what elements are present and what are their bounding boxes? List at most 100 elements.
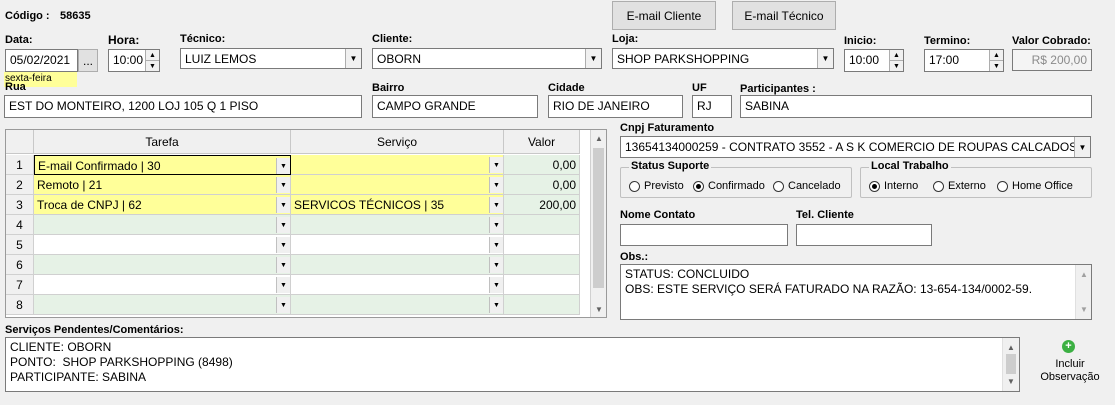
termino-spinner[interactable]: ▲ ▼ [989, 50, 1003, 71]
termino-field[interactable]: 17:00 ▲ ▼ [924, 49, 1004, 72]
table-row[interactable]: 3 Troca de CNPJ | 62 ▼ SERVICOS TÉCNICOS | … [6, 195, 591, 215]
tarefa-cell[interactable]: ▼ [34, 255, 291, 275]
email-cliente-button[interactable]: E-mail Cliente [612, 1, 716, 30]
pendentes-scrollbar[interactable]: ▲ ▼ [1002, 338, 1019, 391]
local-interno-radio[interactable]: Interno [869, 180, 918, 192]
hora-spinner[interactable]: ▲ ▼ [145, 50, 159, 71]
scroll-down-icon[interactable]: ▼ [1080, 302, 1088, 317]
tel-cliente-field[interactable] [796, 224, 932, 246]
tecnico-select[interactable]: LUIZ LEMOS ▼ [180, 48, 362, 69]
status-previsto-radio[interactable]: Previsto [629, 180, 684, 192]
chevron-down-icon[interactable]: ▼ [489, 297, 503, 313]
valor-cell[interactable] [504, 215, 580, 235]
local-home-office-radio[interactable]: Home Office [997, 180, 1073, 192]
incluir-observacao-button[interactable]: + Incluir Observação [1030, 338, 1110, 388]
valor-cell[interactable]: 0,00 [504, 175, 580, 195]
chevron-down-icon[interactable]: ▼ [489, 197, 503, 213]
uf-field[interactable]: RJ [692, 95, 732, 118]
valor-cell[interactable]: 200,00 [504, 195, 580, 215]
down-arrow-icon[interactable]: ▼ [146, 60, 159, 71]
participantes-field[interactable]: SABINA [740, 95, 1092, 118]
status-confirmado-radio[interactable]: Confirmado [693, 180, 765, 192]
tarefa-cell[interactable]: ▼ [34, 215, 291, 235]
table-row[interactable]: 1 E-mail Confirmado | 30 ▼ ▼ 0,00 [6, 155, 591, 175]
inicio-field[interactable]: 10:00 ▲ ▼ [844, 49, 904, 72]
rua-field[interactable]: EST DO MONTEIRO, 1200 LOJ 105 Q 1 PISO [4, 95, 362, 118]
scroll-thumb[interactable] [593, 148, 604, 288]
up-arrow-icon[interactable]: ▲ [146, 50, 159, 60]
chevron-down-icon[interactable]: ▼ [585, 49, 601, 68]
scroll-up-icon[interactable]: ▲ [1080, 267, 1088, 282]
table-row[interactable]: 7 ▼ ▼ [6, 275, 591, 295]
tarefa-cell[interactable]: ▼ [34, 235, 291, 255]
grid-scrollbar[interactable]: ▲ ▼ [590, 130, 606, 317]
chevron-down-icon[interactable]: ▼ [489, 217, 503, 233]
obs-textarea[interactable]: STATUS: CONCLUIDO OBS: ESTE SERVIÇO SERÁ… [620, 264, 1092, 320]
chevron-down-icon[interactable]: ▼ [276, 297, 290, 313]
valor-cell[interactable]: 0,00 [504, 155, 580, 175]
servico-cell[interactable]: ▼ [291, 275, 504, 295]
servico-cell[interactable]: ▼ [291, 155, 504, 175]
tarefa-header[interactable]: Tarefa [34, 130, 291, 154]
valor-cell[interactable] [504, 235, 580, 255]
table-row[interactable]: 2 Remoto | 21 ▼ ▼ 0,00 [6, 175, 591, 195]
up-arrow-icon[interactable]: ▲ [890, 50, 903, 60]
obs-scrollbar[interactable]: ▲ ▼ [1075, 265, 1091, 319]
chevron-down-icon[interactable]: ▼ [276, 277, 290, 293]
servico-cell[interactable]: ▼ [291, 295, 504, 315]
status-cancelado-radio[interactable]: Cancelado [773, 180, 841, 192]
servico-cell[interactable]: ▼ [291, 175, 504, 195]
valor-cell[interactable] [504, 275, 580, 295]
up-arrow-icon[interactable]: ▲ [990, 50, 1003, 60]
table-row[interactable]: 6 ▼ ▼ [6, 255, 591, 275]
hora-field[interactable]: 10:00 ▲ ▼ [108, 49, 160, 72]
email-tecnico-button[interactable]: E-mail Técnico [732, 1, 836, 30]
chevron-down-icon[interactable]: ▼ [276, 158, 290, 174]
scroll-down-icon[interactable]: ▼ [1007, 374, 1015, 389]
tarefa-cell[interactable]: Troca de CNPJ | 62 ▼ [34, 195, 291, 215]
table-row[interactable]: 8 ▼ ▼ [6, 295, 591, 315]
cliente-select[interactable]: OBORN ▼ [372, 48, 602, 69]
chevron-down-icon[interactable]: ▼ [276, 177, 290, 193]
scroll-down-icon[interactable]: ▼ [591, 301, 606, 317]
chevron-down-icon[interactable]: ▼ [276, 237, 290, 253]
chevron-down-icon[interactable]: ▼ [1074, 137, 1090, 157]
table-row[interactable]: 4 ▼ ▼ [6, 215, 591, 235]
loja-select[interactable]: SHOP PARKSHOPPING ▼ [612, 48, 834, 69]
tarefa-cell[interactable]: E-mail Confirmado | 30 ▼ [34, 155, 291, 175]
servico-cell[interactable]: ▼ [291, 215, 504, 235]
chevron-down-icon[interactable]: ▼ [276, 257, 290, 273]
chevron-down-icon[interactable]: ▼ [489, 177, 503, 193]
chevron-down-icon[interactable]: ▼ [345, 49, 361, 68]
scroll-up-icon[interactable]: ▲ [591, 130, 606, 146]
servico-header[interactable]: Serviço [291, 130, 504, 154]
valor-cell[interactable] [504, 295, 580, 315]
chevron-down-icon[interactable]: ▼ [489, 237, 503, 253]
bairro-field[interactable]: CAMPO GRANDE [372, 95, 538, 118]
servico-cell[interactable]: ▼ [291, 235, 504, 255]
chevron-down-icon[interactable]: ▼ [276, 217, 290, 233]
table-row[interactable]: 5 ▼ ▼ [6, 235, 591, 255]
tarefa-cell[interactable]: ▼ [34, 295, 291, 315]
pendentes-textarea[interactable]: CLIENTE: OBORN PONTO: SHOP PARKSHOPPING … [5, 337, 1020, 392]
valor-header[interactable]: Valor [504, 130, 580, 154]
down-arrow-icon[interactable]: ▼ [890, 60, 903, 71]
down-arrow-icon[interactable]: ▼ [990, 60, 1003, 71]
nome-contato-field[interactable] [620, 224, 788, 246]
chevron-down-icon[interactable]: ▼ [276, 197, 290, 213]
tarefa-cell[interactable]: Remoto | 21 ▼ [34, 175, 291, 195]
inicio-spinner[interactable]: ▲ ▼ [889, 50, 903, 71]
chevron-down-icon[interactable]: ▼ [489, 157, 503, 173]
scroll-up-icon[interactable]: ▲ [1007, 340, 1015, 355]
scroll-thumb[interactable] [1006, 354, 1016, 374]
date-picker-button[interactable]: ... [78, 49, 98, 72]
local-externo-radio[interactable]: Externo [933, 180, 986, 192]
servico-cell[interactable]: ▼ [291, 255, 504, 275]
cidade-field[interactable]: RIO DE JANEIRO [548, 95, 683, 118]
chevron-down-icon[interactable]: ▼ [489, 277, 503, 293]
tarefas-grid[interactable]: Tarefa Serviço Valor 1 E-mail Confirmado … [5, 129, 607, 318]
servico-cell[interactable]: SERVICOS TÉCNICOS | 35 ▼ [291, 195, 504, 215]
data-field[interactable]: 05/02/2021 [5, 49, 78, 72]
cnpj-select[interactable]: 13654134000259 - CONTRATO 3552 - A S K C… [620, 136, 1091, 158]
valor-cell[interactable] [504, 255, 580, 275]
